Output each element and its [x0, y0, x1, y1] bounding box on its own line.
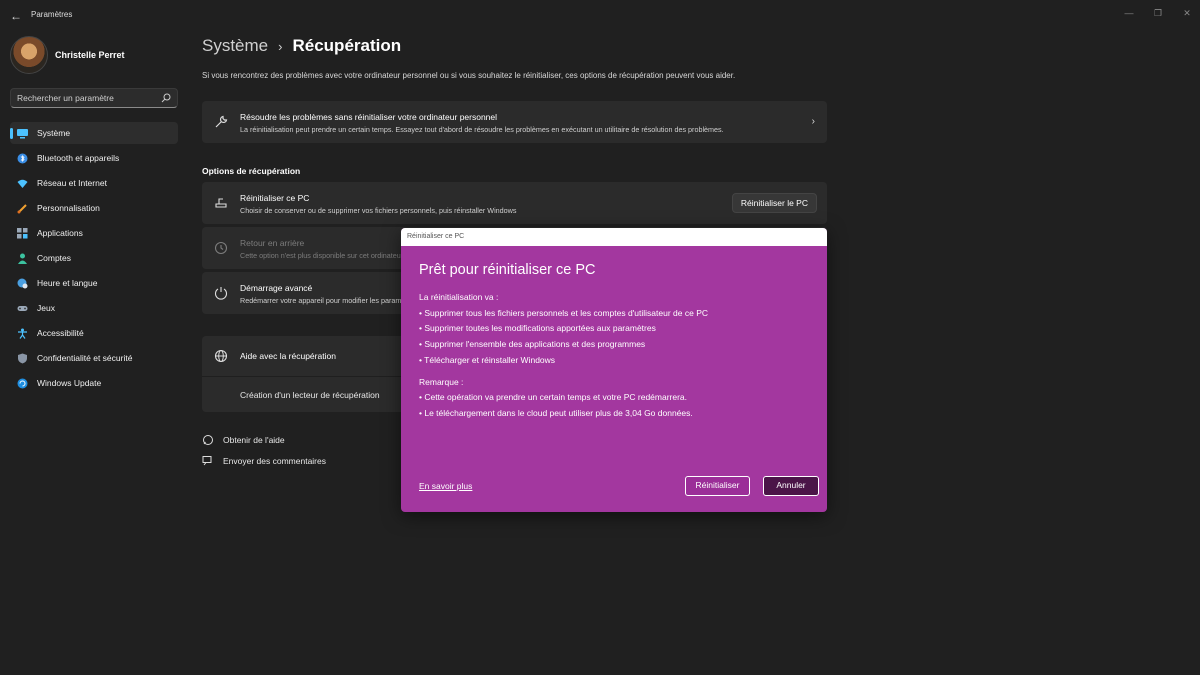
troubleshoot-card[interactable]: Résoudre les problèmes sans réinitialise…: [202, 101, 827, 143]
confirm-reset-button[interactable]: Réinitialiser: [685, 476, 750, 496]
update-icon: [17, 378, 28, 388]
close-button[interactable]: ✕: [1180, 6, 1194, 20]
sidebar-item-label: Accessibilité: [37, 328, 84, 338]
help-chat-icon: [203, 435, 213, 445]
search-icon: [161, 93, 171, 103]
dialog-item: • Supprimer tous les fichiers personnels…: [419, 307, 709, 318]
feedback-icon: [202, 456, 212, 466]
sidebar-item-label: Comptes: [37, 253, 72, 263]
sidebar-item-label: Applications: [37, 228, 83, 238]
dialog-note: • Cette opération va prendre un certain …: [419, 392, 688, 403]
search-placeholder: Rechercher un paramètre: [17, 93, 114, 103]
reset-pc-icon: [215, 198, 227, 208]
card-title: Aide avec la récupération: [240, 351, 336, 361]
chevron-right-icon: ›: [811, 116, 815, 127]
dialog-heading: Prêt pour réinitialiser ce PC: [419, 262, 596, 278]
maximize-button[interactable]: ❐: [1151, 6, 1165, 20]
dialog-intro: La réinitialisation va :: [419, 292, 499, 302]
reset-dialog: Réinitialiser ce PC Prêt pour réinitiali…: [401, 228, 827, 512]
title-bar: ← Paramètres — ❐ ✕: [0, 0, 1200, 30]
sidebar-item-bluetooth[interactable]: Bluetooth et appareils: [10, 147, 178, 169]
back-button[interactable]: ←: [8, 8, 24, 24]
history-icon: [214, 241, 228, 255]
apps-icon: [17, 227, 28, 238]
gamepad-icon: [17, 305, 28, 311]
sidebar-item-label: Windows Update: [37, 378, 102, 388]
get-help-label: Obtenir de l'aide: [223, 435, 285, 445]
card-description: La réinitialisation peut prendre un cert…: [240, 125, 724, 134]
user-profile[interactable]: Christelle Perret: [10, 36, 125, 74]
breadcrumb-parent[interactable]: Système: [202, 36, 268, 56]
sidebar-item-accessibilite[interactable]: Accessibilité: [10, 322, 178, 344]
sidebar-item-systeme[interactable]: Système: [10, 122, 178, 144]
card-title: Retour en arrière: [240, 238, 305, 248]
recovery-drive-link[interactable]: Création d'un lecteur de récupération: [240, 390, 380, 400]
breadcrumb: Système › Récupération: [202, 36, 401, 56]
reset-pc-button[interactable]: Réinitialiser le PC: [731, 193, 817, 213]
minimize-button[interactable]: —: [1122, 6, 1136, 20]
page-title: Récupération: [292, 36, 402, 55]
page-description: Si vous rencontrez des problèmes avec vo…: [202, 71, 736, 80]
bluetooth-icon: [17, 153, 28, 163]
sidebar-item-applications[interactable]: Applications: [10, 222, 178, 244]
dialog-body: La réinitialisation va : • Supprimer tou…: [419, 290, 708, 422]
globe-clock-icon: [17, 278, 28, 288]
sidebar-item-reseau[interactable]: Réseau et Internet: [10, 172, 178, 194]
account-icon: [18, 253, 27, 264]
sidebar-item-heure[interactable]: Heure et langue: [10, 272, 178, 294]
card-title: Résoudre les problèmes sans réinitialise…: [240, 112, 498, 122]
dialog-titlebar: Réinitialiser ce PC: [401, 228, 827, 246]
get-help-link[interactable]: Obtenir de l'aide: [202, 434, 285, 446]
app-title: Paramètres: [31, 10, 73, 19]
sidebar-item-label: Confidentialité et sécurité: [37, 353, 133, 363]
sidebar-item-label: Réseau et Internet: [37, 178, 107, 188]
sidebar-item-label: Personnalisation: [37, 203, 100, 213]
sidebar-item-label: Système: [37, 128, 71, 138]
system-icon: [17, 128, 28, 138]
dialog-note: • Le téléchargement dans le cloud peut u…: [419, 407, 693, 418]
sidebar-item-windows-update[interactable]: Windows Update: [10, 372, 178, 394]
dialog-item: • Télécharger et réinstaller Windows: [419, 354, 556, 365]
shield-icon: [18, 353, 27, 363]
sidebar-item-personnalisation[interactable]: Personnalisation: [10, 197, 178, 219]
sidebar-nav: Système Bluetooth et appareils Réseau et…: [10, 122, 178, 397]
dialog-item: • Supprimer l'ensemble des applications …: [419, 339, 646, 350]
arrow-left-icon: ←: [10, 9, 22, 23]
restart-icon: [214, 287, 228, 300]
globe-icon: [214, 349, 228, 363]
dialog-item: • Supprimer toutes les modifications app…: [419, 323, 656, 334]
cancel-button[interactable]: Annuler: [763, 476, 819, 496]
accessibility-icon: [18, 328, 27, 339]
wifi-icon: [17, 179, 28, 188]
search-input[interactable]: Rechercher un paramètre: [10, 88, 178, 108]
sidebar-item-label: Jeux: [37, 303, 55, 313]
card-title: Réinitialiser ce PC: [240, 193, 310, 203]
sidebar-item-label: Bluetooth et appareils: [37, 153, 120, 163]
reset-pc-card: Réinitialiser ce PC Choisir de conserver…: [202, 182, 827, 224]
sidebar-item-comptes[interactable]: Comptes: [10, 247, 178, 269]
sidebar-item-confidentialite[interactable]: Confidentialité et sécurité: [10, 347, 178, 369]
brush-icon: [17, 203, 27, 213]
dialog-note-label: Remarque :: [419, 376, 464, 387]
wrench-icon: [215, 115, 228, 128]
feedback-link[interactable]: Envoyer des commentaires: [202, 455, 326, 467]
card-description: Choisir de conserver ou de supprimer vos…: [240, 206, 517, 215]
avatar: [10, 36, 48, 74]
learn-more-link[interactable]: En savoir plus: [419, 481, 472, 491]
section-title: Options de récupération: [202, 166, 301, 176]
sidebar-item-label: Heure et langue: [37, 278, 98, 288]
feedback-label: Envoyer des commentaires: [223, 456, 326, 466]
profile-name: Christelle Perret: [55, 50, 125, 60]
sidebar-item-jeux[interactable]: Jeux: [10, 297, 178, 319]
card-description: Cette option n'est plus disponible sur c…: [240, 251, 404, 260]
chevron-right-icon: ›: [278, 38, 283, 54]
